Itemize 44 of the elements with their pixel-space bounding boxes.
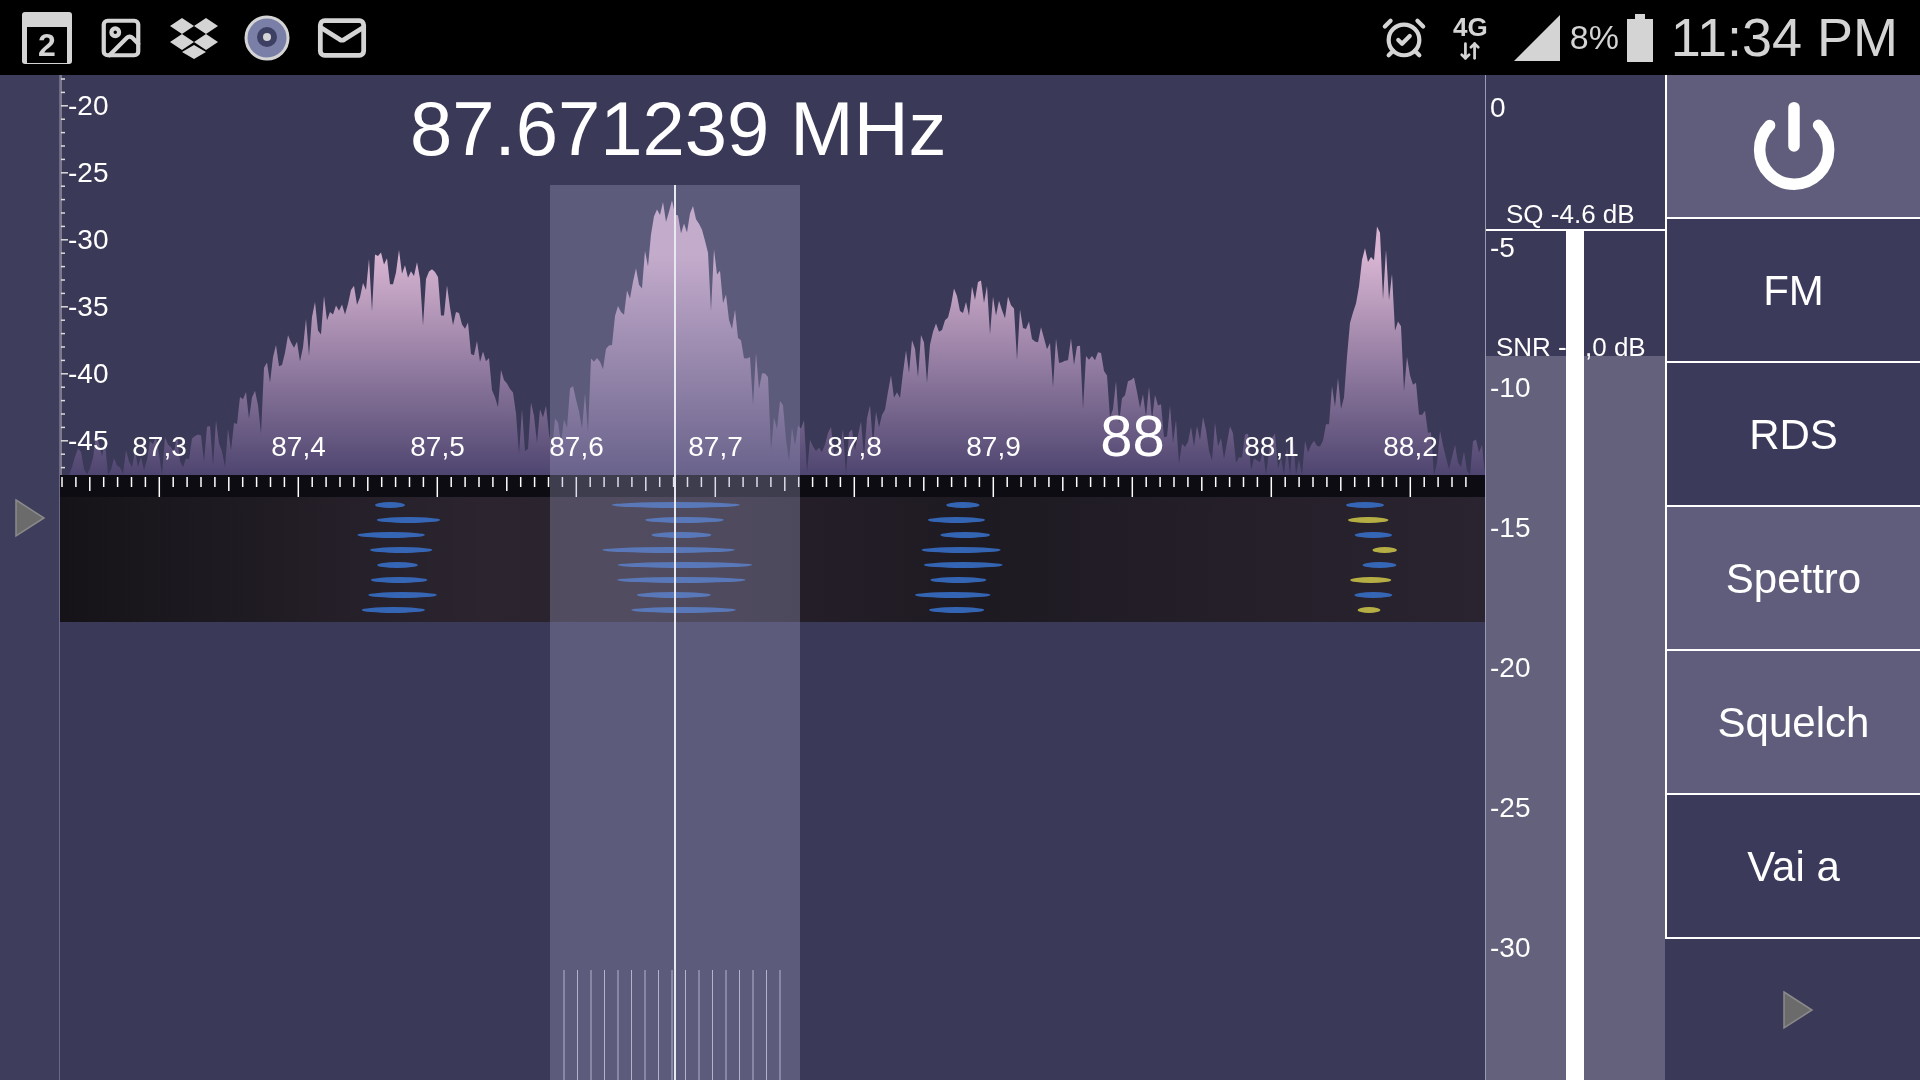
frequency-label: 88,2 [1383, 430, 1438, 464]
mode-button[interactable]: Vai a [1665, 795, 1920, 939]
mode-button[interactable]: RDS [1665, 363, 1920, 507]
meter-scale-label: -10 [1490, 372, 1531, 403]
meter-scale-label: -20 [1490, 652, 1531, 683]
calendar-day: 2 [27, 26, 67, 63]
snr-label: ,0 dB [1585, 332, 1646, 362]
play-icon[interactable] [1781, 989, 1814, 1030]
badge-icon [244, 14, 290, 61]
signal-icon [1513, 14, 1560, 61]
frequency-display: 87.671239 MHz [410, 91, 947, 167]
clock-time: 11:34 PM [1670, 6, 1898, 69]
battery-percent: 8% [1569, 17, 1619, 58]
frequency-label: 88,1 [1244, 430, 1299, 464]
meter-scale-label: -5 [1490, 232, 1515, 263]
squelch-label: SQ -4.6 dB [1506, 199, 1635, 229]
db-axis-label: -20 [68, 90, 109, 121]
network-type: 4G [1453, 13, 1488, 40]
meter-scale-label: -25 [1490, 792, 1531, 823]
box-stack-icon [170, 15, 218, 60]
db-axis-label: -40 [68, 358, 109, 389]
frequency-label: 87,7 [688, 430, 743, 464]
db-axis-label: -30 [68, 224, 109, 255]
meter-scale-label: 0 [1490, 92, 1506, 123]
meter-scale-label: -15 [1490, 512, 1531, 543]
frequency-label: 87,3 [132, 430, 187, 464]
mode-button[interactable]: FM [1665, 219, 1920, 363]
frequency-label: 87,8 [827, 430, 882, 464]
snr-label: SNR - [1496, 332, 1567, 362]
power-button[interactable] [1665, 75, 1920, 219]
mode-button[interactable]: Squelch [1665, 651, 1920, 795]
battery-icon [1626, 13, 1653, 62]
db-axis-label: -35 [68, 291, 109, 322]
frequency-label: 87,9 [966, 430, 1021, 464]
db-axis-label: -45 [68, 425, 109, 456]
frequency-label: 88 [1100, 407, 1165, 465]
frequency-label: 87,4 [271, 430, 326, 464]
db-axis-label: -25 [68, 157, 109, 188]
data-arrows-icon [1459, 39, 1482, 62]
mode-button[interactable]: Spettro [1665, 507, 1920, 651]
meter-scale-label: -30 [1490, 932, 1531, 963]
frequency-label: 87,6 [549, 430, 604, 464]
play-icon[interactable] [13, 497, 46, 538]
frequency-label: 87,5 [410, 430, 465, 464]
